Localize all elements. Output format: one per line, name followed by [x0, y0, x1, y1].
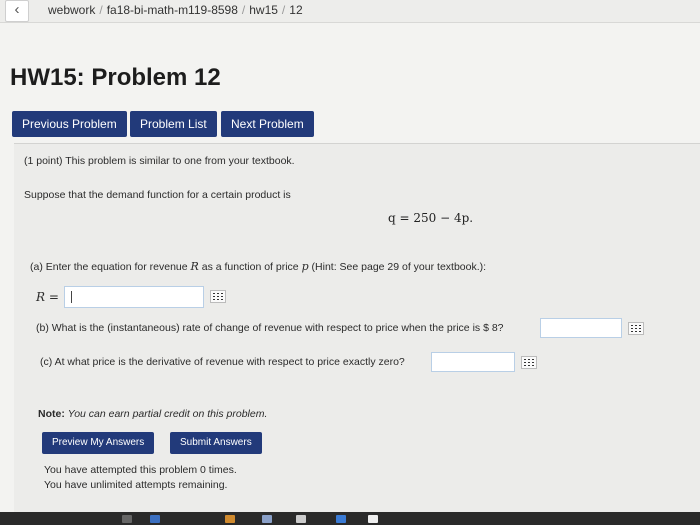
- breadcrumb: webwork / fa18-bi-math-m119-8598/hw15/12: [48, 3, 303, 17]
- part-a-text: (a) Enter the equation for revenue R as …: [30, 260, 486, 273]
- part-b-text: (b) What is the (instantaneous) rate of …: [36, 322, 504, 334]
- partial-credit-note: Note: You can earn partial credit on thi…: [38, 408, 267, 420]
- breadcrumb-section[interactable]: fa18-bi-math-m119-8598: [107, 3, 238, 17]
- answer-a-input[interactable]: [64, 286, 204, 308]
- note-text: You can earn partial credit on this prob…: [67, 408, 268, 420]
- remaining-text: You have unlimited attempts remaining.: [44, 479, 228, 491]
- breadcrumb-course[interactable]: webwork: [48, 3, 95, 17]
- answer-a-label: R =: [36, 290, 59, 304]
- app-icon[interactable]: [150, 515, 160, 523]
- taskbar: [0, 512, 700, 525]
- part-a-pre: (a) Enter the equation for revenue: [30, 261, 188, 273]
- app-icon[interactable]: [122, 515, 132, 523]
- part-c-text: (c) At what price is the derivative of r…: [40, 356, 405, 368]
- breadcrumb-set[interactable]: hw15: [249, 3, 278, 17]
- breadcrumb-bar: ‹ webwork / fa18-bi-math-m119-8598/hw15/12: [0, 0, 700, 23]
- part-a-var-r: R: [190, 260, 199, 273]
- submit-answers-button[interactable]: Submit Answers: [170, 432, 262, 454]
- part-a-mid: as a function of price: [201, 261, 299, 273]
- answer-c-input[interactable]: [431, 352, 515, 372]
- back-arrow-icon[interactable]: ‹: [5, 0, 29, 22]
- store-icon[interactable]: [262, 515, 272, 523]
- text-caret: [71, 291, 72, 303]
- preview-answers-button[interactable]: Preview My Answers: [42, 432, 155, 454]
- arrow-icon[interactable]: [336, 515, 346, 523]
- grid-icon[interactable]: [296, 515, 306, 523]
- note-label: Note:: [38, 408, 65, 420]
- answer-b-input[interactable]: [540, 318, 622, 338]
- demand-equation: q = 250 − 4p.: [388, 211, 474, 225]
- attempts-text: You have attempted this problem 0 times.: [44, 464, 237, 476]
- next-problem-button[interactable]: Next Problem: [221, 111, 314, 137]
- previous-problem-button[interactable]: Previous Problem: [12, 111, 127, 137]
- problem-list-button[interactable]: Problem List: [130, 111, 217, 137]
- part-a-var-p: p: [301, 260, 309, 273]
- part-a-post: (Hint: See page 29 of your textbook.):: [311, 261, 487, 273]
- page-title: HW15: Problem 12: [10, 64, 221, 91]
- breadcrumb-problem: 12: [289, 3, 303, 17]
- folder-icon[interactable]: [225, 515, 235, 523]
- equation-editor-icon[interactable]: [210, 290, 226, 303]
- demand-text: Suppose that the demand function for a c…: [24, 189, 291, 201]
- equation-editor-icon[interactable]: [521, 356, 537, 369]
- problem-intro: (1 point) This problem is similar to one…: [24, 155, 295, 167]
- equation-editor-icon[interactable]: [628, 322, 644, 335]
- mail-icon[interactable]: [368, 515, 378, 523]
